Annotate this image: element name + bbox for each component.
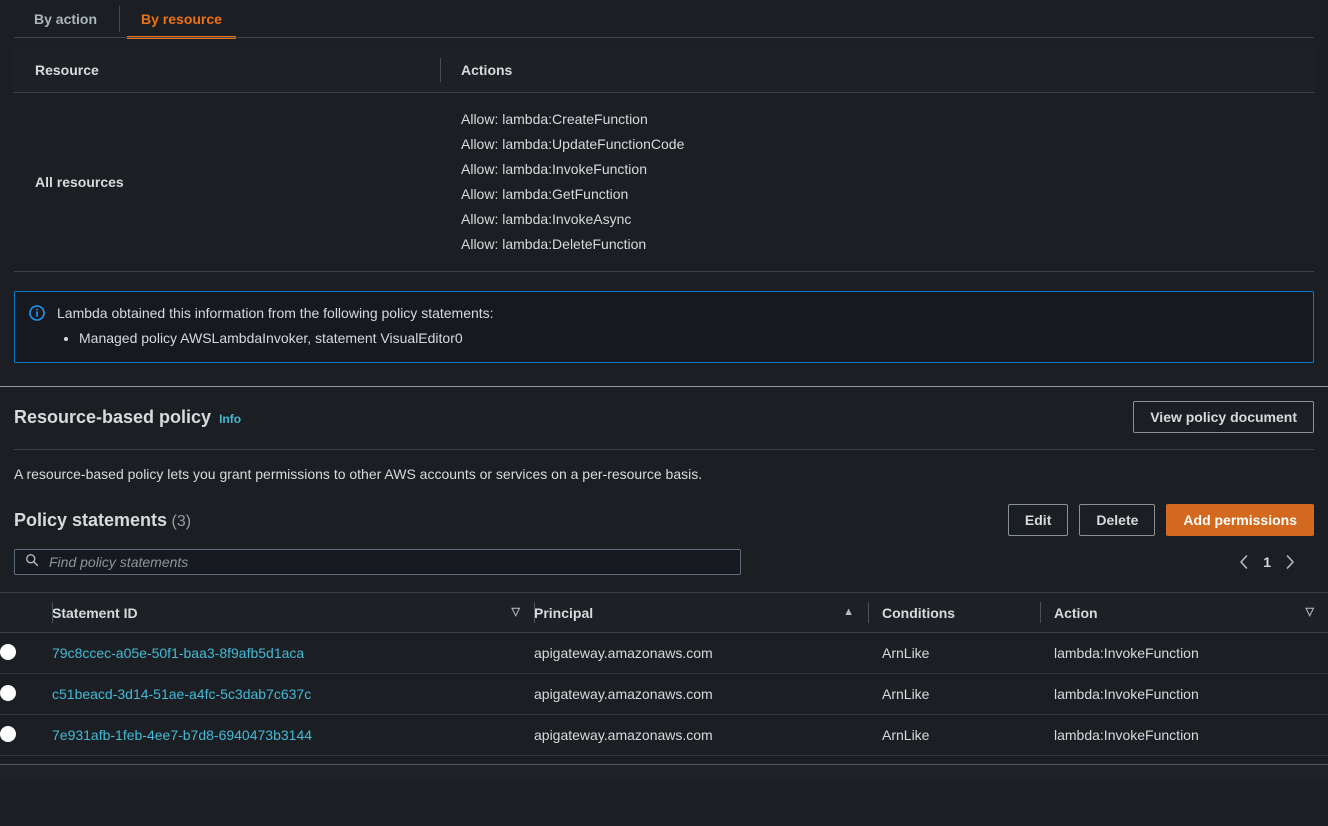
tab-by-resource[interactable]: By resource — [119, 0, 244, 39]
policy-statements-actions: Edit Delete Add permissions — [1007, 504, 1314, 536]
policy-statements-table: Statement ID ▽ Principal ▲ Conditions Ac… — [0, 592, 1328, 756]
statement-id-cell: 79c8ccec-a05e-50f1-baa3-8f9afb5d1aca — [52, 632, 534, 674]
list-item: Managed policy AWSLambdaInvoker, stateme… — [79, 328, 1299, 348]
info-link[interactable]: Info — [219, 412, 241, 426]
tab-by-action[interactable]: By action — [14, 0, 119, 38]
statement-id-link[interactable]: 7e931afb-1feb-4ee7-b7d8-6940473b3144 — [52, 727, 312, 743]
row-radio-button[interactable] — [0, 643, 16, 660]
action-item: Allow: lambda:GetFunction — [461, 186, 629, 202]
row-select-cell — [0, 673, 52, 715]
pagination-page-1[interactable]: 1 — [1263, 554, 1271, 570]
tab-by-action-label: By action — [34, 11, 98, 27]
column-header-principal[interactable]: Principal ▲ — [534, 592, 868, 633]
conditions-cell: ArnLike — [868, 714, 1040, 756]
principal-cell: apigateway.amazonaws.com — [534, 632, 868, 674]
column-header-principal-label: Principal — [534, 604, 594, 621]
row-radio-button[interactable] — [0, 725, 16, 742]
lambda-permissions-page: By action By resource Resource Actions A… — [0, 0, 1328, 826]
principal-cell: apigateway.amazonaws.com — [534, 673, 868, 715]
tabs-underline — [14, 37, 1314, 38]
resource-actions-table: Resource Actions All resources Allow: la… — [14, 48, 1314, 272]
column-header-action-label: Action — [1054, 604, 1098, 621]
page-title: Resource-based policy — [14, 406, 212, 427]
resource-based-policy-header: Resource-based policy Info View policy d… — [0, 387, 1328, 449]
action-cell: lambda:InvokeFunction — [1040, 673, 1328, 715]
actions-cell: Allow: lambda:CreateFunction Allow: lamb… — [440, 92, 1314, 272]
conditions-cell: ArnLike — [868, 632, 1040, 674]
policy-statements-title: Policy statements — [14, 509, 168, 530]
chevron-left-icon[interactable] — [1239, 554, 1249, 570]
info-alert: Lambda obtained this information from th… — [14, 291, 1314, 363]
sort-descending-icon: ▽ — [511, 606, 520, 618]
sort-ascending-icon: ▲ — [843, 606, 854, 618]
action-item: Allow: lambda:InvokeFunction — [461, 161, 647, 177]
policy-statements-body: 79c8ccec-a05e-50f1-baa3-8f9afb5d1aca api… — [0, 632, 1328, 756]
tab-by-resource-label: By resource — [141, 11, 222, 27]
statement-id-cell: 7e931afb-1feb-4ee7-b7d8-6940473b3144 — [52, 714, 534, 756]
resource-based-policy-description: A resource-based policy lets you grant p… — [14, 466, 703, 482]
action-cell: lambda:InvokeFunction — [1040, 632, 1328, 674]
column-header-resource: Resource — [14, 48, 440, 93]
statement-id-link[interactable]: 79c8ccec-a05e-50f1-baa3-8f9afb5d1aca — [52, 645, 304, 661]
info-alert-title: Lambda obtained this information from th… — [57, 305, 494, 321]
action-cell: lambda:InvokeFunction — [1040, 714, 1328, 756]
column-header-actions: Actions — [440, 48, 1314, 93]
column-header-statement-id-label: Statement ID — [52, 604, 138, 621]
policy-statements-header: Policy statements (3) Edit Delete Add pe… — [0, 500, 1328, 536]
resource-cell: All resources — [14, 92, 440, 272]
table-row: All resources Allow: lambda:CreateFuncti… — [14, 92, 1314, 272]
policy-statements-toolbar: Find policy statements 1 — [0, 536, 1328, 575]
table-row[interactable]: c51beacd-3d14-51ae-a4fc-5c3dab7c637c api… — [0, 673, 1328, 715]
column-header-select — [0, 592, 52, 633]
add-permissions-button[interactable]: Add permissions — [1166, 504, 1314, 536]
row-radio-button[interactable] — [0, 684, 16, 701]
action-item: Allow: lambda:DeleteFunction — [461, 236, 647, 252]
row-select-cell — [0, 632, 52, 674]
resource-table-header-row: Resource Actions — [14, 48, 1314, 93]
policy-statements-count: (3) — [171, 512, 192, 530]
sort-descending-icon: ▽ — [1305, 606, 1314, 618]
column-header-statement-id[interactable]: Statement ID ▽ — [52, 592, 534, 633]
chevron-right-icon[interactable] — [1285, 554, 1295, 570]
info-alert-body: Lambda obtained this information from th… — [57, 304, 1299, 348]
permissions-tabs: By action By resource — [0, 0, 1328, 39]
statement-id-cell: c51beacd-3d14-51ae-a4fc-5c3dab7c637c — [52, 673, 534, 715]
search-input[interactable]: Find policy statements — [14, 549, 741, 575]
page-bottom-area — [0, 765, 1328, 779]
action-item: Allow: lambda:InvokeAsync — [461, 211, 632, 227]
conditions-cell: ArnLike — [868, 673, 1040, 715]
search-icon — [25, 553, 39, 572]
column-header-conditions[interactable]: Conditions — [868, 592, 1040, 633]
action-item: Allow: lambda:CreateFunction — [461, 111, 648, 127]
policy-statements-header-row: Statement ID ▽ Principal ▲ Conditions Ac… — [0, 592, 1328, 633]
table-row[interactable]: 79c8ccec-a05e-50f1-baa3-8f9afb5d1aca api… — [0, 632, 1328, 674]
row-select-cell — [0, 714, 52, 756]
search-placeholder: Find policy statements — [49, 554, 189, 570]
action-item: Allow: lambda:UpdateFunctionCode — [461, 136, 685, 152]
view-policy-document-button[interactable]: View policy document — [1133, 401, 1314, 433]
table-row[interactable]: 7e931afb-1feb-4ee7-b7d8-6940473b3144 api… — [0, 714, 1328, 756]
column-header-action[interactable]: Action ▽ — [1040, 592, 1328, 633]
panel-title-group: Resource-based policy Info — [14, 407, 241, 428]
delete-button[interactable]: Delete — [1079, 504, 1156, 536]
edit-button[interactable]: Edit — [1007, 504, 1069, 536]
column-header-conditions-label: Conditions — [882, 604, 956, 621]
resource-based-policy-panel: Resource-based policy Info View policy d… — [0, 387, 1328, 779]
info-icon — [29, 305, 45, 326]
pagination: 1 — [1239, 554, 1314, 570]
principal-cell: apigateway.amazonaws.com — [534, 714, 868, 756]
statement-id-link[interactable]: c51beacd-3d14-51ae-a4fc-5c3dab7c637c — [52, 686, 311, 702]
info-alert-list: Managed policy AWSLambdaInvoker, stateme… — [57, 328, 1299, 348]
policy-statements-title-group: Policy statements (3) — [14, 510, 191, 531]
